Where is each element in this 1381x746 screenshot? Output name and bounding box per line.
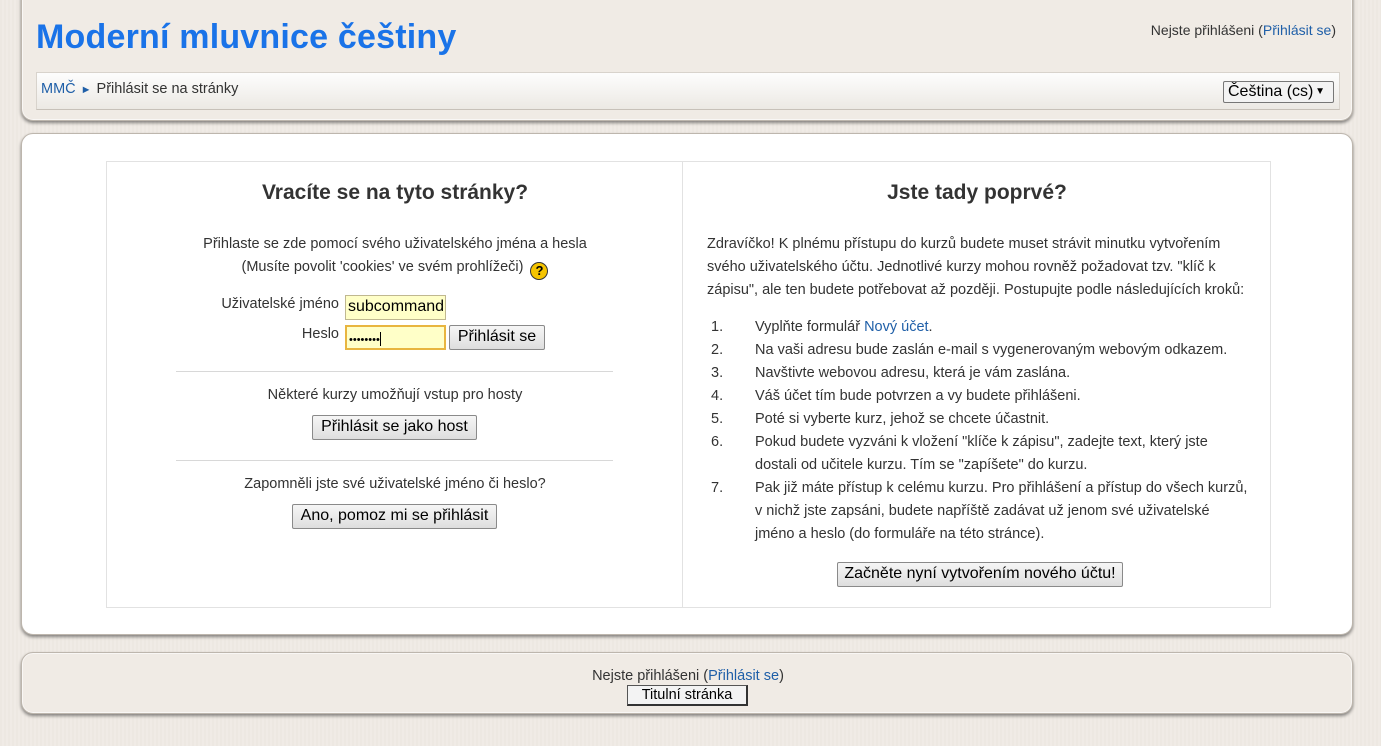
home-page-button[interactable]: Titulní stránka [627,685,748,706]
text-cursor [379,332,381,346]
new-user-section: Jste tady poprvé? Zdravíčko! K plnému př… [683,162,1271,607]
main-panel: Vracíte se na tyto stránky? Přihlaste se… [21,133,1353,635]
login-status-suffix: ) [1331,22,1336,38]
returning-user-section: Vracíte se na tyto stránky? Přihlaste se… [107,162,683,607]
divider [176,371,613,372]
guest-access-text: Některé kurzy umožňují vstup pro hosty [267,387,523,403]
help-icon[interactable]: ? [530,262,549,280]
login-desc-line2: (Musíte povolit 'cookies' ve svém prohlí… [241,259,524,275]
new-account-link[interactable]: Nový účet [864,319,928,335]
header-panel: Moderní mluvnice češtiny Nejste přihláše… [21,0,1353,121]
breadcrumb-current: Přihlásit se na stránky [96,81,239,97]
login-status-top: Nejste přihlášeni (Přihlásit se) [1151,22,1336,38]
language-select[interactable]: Čeština (cs) ▼ [1223,81,1334,103]
step-text-suffix: . [928,319,933,335]
create-account-button[interactable]: Začněte nyní vytvořením nového účtu! [837,562,1123,587]
username-label: Uživatelské jméno [221,296,339,312]
step-text: Pokud budete vyzváni k vložení "klíče k … [755,434,1208,473]
step-number: 2. [711,342,724,358]
forgot-password-button[interactable]: Ano, pomoz mi se přihlásit [292,504,497,529]
guest-login-button[interactable]: Přihlásit se jako host [312,415,477,440]
signup-steps-list: 1. Vyplňte formulář Nový účet. 2. Na vaši … [707,316,1252,546]
returning-user-heading: Vracíte se na tyto stránky? [261,181,529,204]
step-text: Poté si vyberte kurz, jehož se chcete úč… [755,411,1050,427]
list-item: 5. Poté si vyberte kurz, jehož se chcete … [707,408,1252,431]
step-text: Váš účet tím bude potvrzen a vy budete p… [755,388,1081,404]
signup-intro: Zdravíčko! K plnému přístupu do kurzů bu… [707,236,1245,298]
list-item: 4. Váš účet tím bude potvrzen a vy budete… [707,385,1252,408]
list-item: 1. Vyplňte formulář Nový účet. [707,316,1252,339]
password-masked-value: •••••••• [349,334,380,346]
login-button[interactable]: Přihlásit se [449,325,545,350]
step-text: Pak již máte přístup k celému kurzu. Pro… [755,480,1248,542]
step-text: Navštivte webovou adresu, která je vám z… [755,365,1071,381]
step-text: Na vaši adresu bude zaslán e-mail s vyge… [755,342,1228,358]
username-input[interactable]: subcommand [345,295,446,320]
footer-panel: Nejste přihlášeni (Přihlásit se) Titulní… [21,652,1353,714]
list-item: 6. Pokud budete vyzváni k vložení "klíče … [707,431,1252,477]
login-status-bottom: Nejste přihlášeni (Přihlásit se) [22,668,1354,684]
breadcrumb-separator-icon: ► [80,84,92,96]
breadcrumb-home-link[interactable]: MMČ [41,81,76,97]
step-number: 1. [711,319,724,335]
navbar: MMČ ► Přihlásit se na stránky Čeština (cs)… [36,72,1340,110]
login-status-prefix: Nejste přihlášeni ( [1150,22,1263,38]
step-number: 5. [711,411,724,427]
list-item: 3. Navštivte webovou adresu, která je vám… [707,362,1252,385]
login-description: Přihlaste se zde pomocí svého uživatelsk… [107,233,683,280]
site-title[interactable]: Moderní mluvnice češtiny [36,18,456,57]
login-link-bottom[interactable]: Přihlásit se [708,668,779,684]
login-box: Vracíte se na tyto stránky? Přihlaste se… [106,161,1271,608]
login-status-prefix: Nejste přihlášeni ( [592,668,709,684]
new-user-heading: Jste tady poprvé? [887,181,1067,204]
divider [176,460,613,461]
dropdown-arrow-icon: ▼ [1315,86,1325,97]
language-selected-value: Čeština (cs) [1228,83,1314,100]
forgot-password-text: Zapomněli jste své uživatelské jméno či … [244,476,546,492]
login-status-suffix: ) [779,668,784,684]
step-number: 6. [711,434,724,450]
step-text: Vyplňte formulář [755,319,865,335]
password-label: Heslo [301,326,339,342]
step-number: 7. [711,480,724,496]
step-number: 4. [711,388,724,404]
step-number: 3. [711,365,724,381]
list-item: 7. Pak již máte přístup k celému kurzu. P… [707,477,1252,546]
login-link-top[interactable]: Přihlásit se [1263,22,1331,38]
login-desc-line1: Přihlaste se zde pomocí svého uživatelsk… [203,236,587,252]
list-item: 2. Na vaši adresu bude zaslán e-mail s vy… [707,339,1252,362]
breadcrumb: MMČ ► Přihlásit se na stránky [41,81,238,97]
password-input[interactable]: •••••••• [345,325,446,350]
